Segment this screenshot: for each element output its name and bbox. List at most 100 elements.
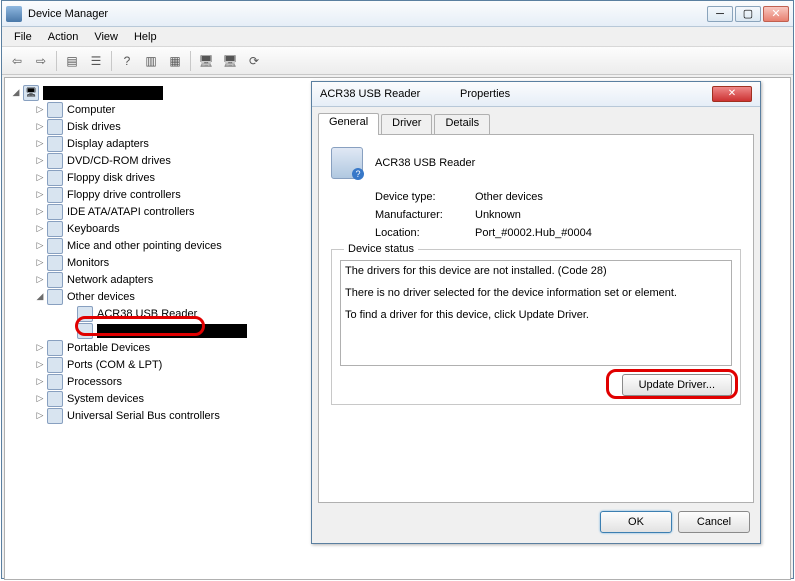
expand-icon[interactable]: ▷ (33, 206, 47, 217)
computer-icon: 🖥 (23, 85, 39, 101)
update-driver-icon[interactable]: ⟳ (243, 50, 265, 72)
expand-icon[interactable]: ▷ (33, 121, 47, 132)
expand-icon[interactable]: ▷ (33, 240, 47, 251)
expand-icon[interactable]: ▷ (33, 410, 47, 421)
device-status-legend: Device status (344, 243, 418, 255)
device-name: ACR38 USB Reader (375, 157, 475, 169)
tab-general[interactable]: General (318, 113, 379, 135)
device-category-icon (47, 238, 63, 254)
menu-help[interactable]: Help (126, 29, 165, 45)
device-category-icon (47, 255, 63, 271)
separator (56, 51, 57, 71)
tree-item-label: System devices (67, 393, 144, 405)
device-category-icon (47, 408, 63, 424)
tree-item-label: Portable Devices (67, 342, 150, 354)
toolbar-icon[interactable]: ▦ (164, 50, 186, 72)
device-category-icon (47, 221, 63, 237)
forward-icon[interactable]: ⇨ (30, 50, 52, 72)
maximize-button[interactable]: ▢ (735, 6, 761, 22)
device-category-icon (77, 323, 93, 339)
cancel-button[interactable]: Cancel (678, 511, 750, 533)
tree-item-label: Keyboards (67, 223, 120, 235)
expand-icon[interactable]: ▷ (33, 155, 47, 166)
device-category-icon (47, 187, 63, 203)
show-hide-tree-icon[interactable]: ▤ (61, 50, 83, 72)
expand-icon[interactable]: ▷ (33, 104, 47, 115)
dialog-title-label: Properties (460, 88, 712, 100)
tab-panel-general: ACR38 USB Reader Device type:Other devic… (318, 135, 754, 503)
tabstrip: General Driver Details (318, 113, 754, 135)
separator (111, 51, 112, 71)
window-title: Device Manager (28, 8, 707, 20)
device-category-icon (77, 306, 93, 322)
tree-item-label: Processors (67, 376, 122, 388)
menu-file[interactable]: File (6, 29, 40, 45)
dialog-title-device: ACR38 USB Reader (320, 88, 460, 100)
scan-hardware-icon[interactable]: 🖥 (195, 50, 217, 72)
expand-icon[interactable]: ▷ (33, 393, 47, 404)
expand-icon[interactable]: ▷ (33, 189, 47, 200)
tree-item-label: Monitors (67, 257, 109, 269)
tab-driver[interactable]: Driver (381, 114, 432, 134)
value-manufacturer: Unknown (475, 209, 521, 221)
dialog-titlebar[interactable]: ACR38 USB Reader Properties ✕ (312, 81, 760, 107)
device-category-icon (47, 289, 63, 305)
tree-item-label: ACR38 USB Reader (97, 308, 197, 320)
expand-icon[interactable]: ▷ (33, 274, 47, 285)
label-device-type: Device type: (375, 191, 475, 203)
expand-icon[interactable]: ▷ (33, 172, 47, 183)
redacted-root (43, 86, 163, 100)
device-category-icon (47, 170, 63, 186)
expand-icon[interactable]: ▷ (33, 138, 47, 149)
device-info: Device type:Other devices Manufacturer:U… (375, 191, 741, 239)
tree-item-label: Display adapters (67, 138, 149, 150)
tree-item-label: Ports (COM & LPT) (67, 359, 162, 371)
expand-icon[interactable]: ▷ (33, 257, 47, 268)
device-manager-window: Device Manager ─ ▢ ✕ File Action View He… (1, 0, 794, 579)
label-manufacturer: Manufacturer: (375, 209, 475, 221)
expand-icon[interactable]: ▷ (33, 342, 47, 353)
app-icon (6, 6, 22, 22)
tree-item-label: Universal Serial Bus controllers (67, 410, 220, 422)
value-location: Port_#0002.Hub_#0004 (475, 227, 592, 239)
redacted-label (97, 324, 247, 338)
titlebar[interactable]: Device Manager ─ ▢ ✕ (2, 1, 793, 27)
device-category-icon (47, 357, 63, 373)
device-category-icon (47, 119, 63, 135)
expand-icon[interactable]: ▷ (33, 359, 47, 370)
value-device-type: Other devices (475, 191, 543, 203)
device-status-text[interactable]: The drivers for this device are not inst… (340, 260, 732, 366)
device-category-icon (47, 102, 63, 118)
menu-view[interactable]: View (86, 29, 126, 45)
help-icon[interactable]: ? (116, 50, 138, 72)
device-category-icon (47, 153, 63, 169)
device-category-icon (47, 272, 63, 288)
tree-item-label: Mice and other pointing devices (67, 240, 222, 252)
tree-item-label: Other devices (67, 291, 135, 303)
uninstall-icon[interactable]: 🖥 (219, 50, 241, 72)
tree-item-label: Floppy disk drives (67, 172, 155, 184)
expand-icon[interactable]: ▷ (33, 223, 47, 234)
tree-item-label: Floppy drive controllers (67, 189, 181, 201)
minimize-button[interactable]: ─ (707, 6, 733, 22)
properties-icon[interactable]: ☰ (85, 50, 107, 72)
menu-action[interactable]: Action (40, 29, 87, 45)
expand-icon[interactable]: ▷ (33, 376, 47, 387)
tree-item-label: Network adapters (67, 274, 153, 286)
close-button[interactable]: ✕ (763, 6, 789, 22)
ok-button[interactable]: OK (600, 511, 672, 533)
label-location: Location: (375, 227, 475, 239)
dialog-close-button[interactable]: ✕ (712, 86, 752, 102)
update-driver-button[interactable]: Update Driver... (622, 374, 732, 396)
expand-icon[interactable]: ◢ (33, 291, 47, 302)
tree-item-label: Disk drives (67, 121, 121, 133)
device-category-icon (47, 136, 63, 152)
tree-item-label: IDE ATA/ATAPI controllers (67, 206, 195, 218)
tab-details[interactable]: Details (434, 114, 490, 134)
tree-item-label: DVD/CD-ROM drives (67, 155, 171, 167)
tree-item-label: Computer (67, 104, 115, 116)
device-category-icon (47, 391, 63, 407)
device-category-icon (47, 204, 63, 220)
toolbar-icon[interactable]: ▥ (140, 50, 162, 72)
back-icon[interactable]: ⇦ (6, 50, 28, 72)
